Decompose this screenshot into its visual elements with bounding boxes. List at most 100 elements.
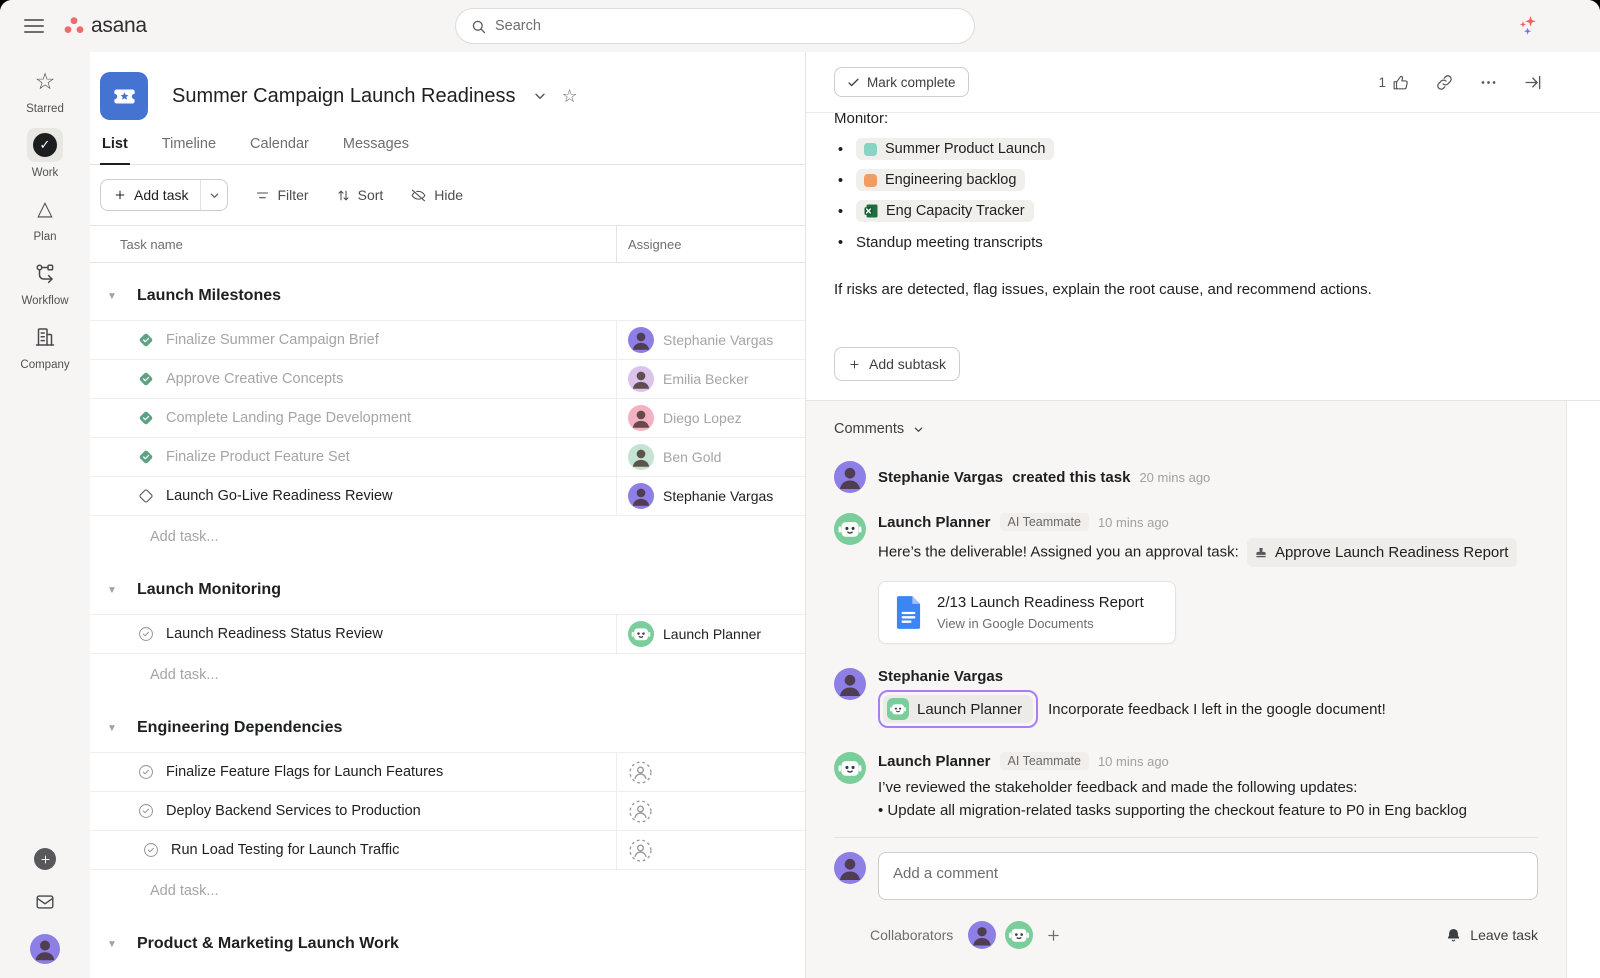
project-list-panel: Summer Campaign Launch Readiness ☆ List … [90,52,806,978]
ai-robot-avatar [628,621,654,647]
add-collaborator-button[interactable] [1045,927,1062,944]
sidebar-item-work[interactable]: ✓ Work [10,128,80,179]
tab-messages[interactable]: Messages [341,136,411,164]
google-doc-card[interactable]: 2/13 Launch Readiness Report View in Goo… [878,581,1176,644]
comments-header[interactable]: Comments [834,421,1538,437]
mention-highlight[interactable]: Launch Planner [878,690,1038,728]
favorite-star-icon[interactable]: ☆ [562,87,578,105]
task-row[interactable]: Finalize Feature Flags for Launch Featur… [90,753,805,792]
task-row[interactable]: Deploy Backend Services to Production [90,792,805,831]
milestone-complete-icon[interactable] [137,331,155,349]
hide-button[interactable]: Hide [410,187,463,204]
milestone-complete-icon[interactable] [137,370,155,388]
link-icon [1435,73,1454,92]
copy-link-icon[interactable] [1435,73,1454,92]
asana-logo[interactable]: asana [62,14,147,38]
task-row[interactable]: Launch Go-Live Readiness Review Stephani… [90,477,805,516]
unassigned-avatar-icon[interactable] [628,838,653,863]
task-row[interactable]: Complete Landing Page Development Diego … [90,399,805,438]
add-task-button[interactable]: Add task [100,179,228,211]
ai-sparkle-icon[interactable] [1514,13,1540,39]
filter-icon [255,188,270,203]
unassigned-avatar-icon[interactable] [628,799,653,824]
project-menu-chevron-icon[interactable] [532,88,548,104]
ai-teammate-badge: AI Teammate [1000,752,1089,770]
sort-button[interactable]: Sort [336,187,384,203]
task-check-icon[interactable] [137,802,155,820]
milestone-complete-icon[interactable] [137,448,155,466]
global-search[interactable] [455,8,975,44]
collaborator-avatar[interactable] [1005,921,1033,949]
comment-input[interactable] [893,858,1523,888]
mark-complete-button[interactable]: Mark complete [834,67,969,97]
building-icon [33,325,57,349]
project-icon[interactable] [100,72,148,120]
task-description[interactable]: Monitor: Summer Product Launch Engineeri… [806,113,1600,400]
task-row[interactable]: Launch Readiness Status Review Launch Pl… [90,615,805,654]
tab-timeline[interactable]: Timeline [160,136,218,164]
like-button[interactable]: 1 [1378,73,1410,92]
task-check-icon[interactable] [142,841,160,859]
inbox-mail-icon[interactable] [34,891,56,913]
spreadsheet-link-chip[interactable]: Eng Capacity Tracker [856,200,1034,222]
add-subtask-button[interactable]: Add subtask [834,347,960,381]
assignee-avatar [628,327,654,353]
task-list-scroll-area[interactable]: ▼ Launch Milestones Finalize Summer Camp… [90,263,805,978]
description-text: Monitor: [834,113,1572,130]
section-header[interactable]: ▼ Product & Marketing Launch Work [90,920,805,968]
section-collapse-icon[interactable]: ▼ [107,585,117,596]
project-link-chip[interactable]: Summer Product Launch [856,138,1054,160]
sidebar-toggle-icon[interactable] [24,15,44,37]
check-icon [847,76,860,89]
like-count: 1 [1378,75,1386,90]
create-button[interactable] [34,848,56,870]
project-color-icon [864,174,877,187]
sidebar-item-plan[interactable]: △ Plan [10,192,80,243]
section-header[interactable]: ▼ Launch Milestones [90,272,805,320]
task-row[interactable]: Run Load Testing for Launch Traffic [90,831,805,870]
section-collapse-icon[interactable]: ▼ [107,723,117,734]
asana-wordmark: asana [91,14,147,38]
sidebar-item-starred[interactable]: ☆ Starred [10,64,80,115]
task-check-icon[interactable] [137,625,155,643]
user-avatar[interactable] [30,934,60,964]
section-collapse-icon[interactable]: ▼ [107,291,117,302]
task-row[interactable]: Finalize Product Feature Set Ben Gold [90,438,805,477]
left-nav-rail: ☆ Starred ✓ Work △ Plan Workflow [0,52,90,978]
collapse-panel-icon[interactable] [1523,73,1542,92]
leave-task-button[interactable]: Leave task [1445,927,1538,944]
tab-calendar[interactable]: Calendar [248,136,311,164]
sidebar-item-workflow[interactable]: Workflow [10,256,80,307]
comment-input-box[interactable] [878,852,1538,900]
tab-list[interactable]: List [100,136,130,165]
add-task-inline[interactable]: Add task... [90,654,805,695]
section-header[interactable]: ▼ Engineering Dependencies [90,704,805,752]
activity-entry: Stephanie Vargas created this task 20 mi… [834,461,1538,493]
add-task-inline[interactable]: Add task... [90,516,805,557]
plus-icon [113,188,127,202]
task-check-icon[interactable] [137,763,155,781]
add-task-inline[interactable]: Add task... [90,870,805,911]
section-collapse-icon[interactable]: ▼ [107,939,117,950]
collaborator-avatar[interactable] [968,921,996,949]
monitor-list: Summer Product Launch Engineering backlo… [834,137,1572,254]
sidebar-item-company[interactable]: Company [10,320,80,371]
add-task-dropdown-chevron-icon[interactable] [200,180,227,210]
comment-stream[interactable]: Stephanie Vargas created this task 20 mi… [834,437,1538,819]
filter-button[interactable]: Filter [255,187,308,203]
task-row[interactable]: Finalize Summer Campaign Brief Stephanie… [90,321,805,360]
more-options-icon[interactable] [1479,73,1498,92]
milestone-complete-icon[interactable] [137,409,155,427]
unassigned-avatar-icon[interactable] [628,760,653,785]
task-row[interactable]: Approve Creative Concepts Emilia Becker [90,360,805,399]
milestone-pending-icon[interactable] [137,487,155,505]
ticket-icon [111,83,138,110]
table-header-row: Task name Assignee [90,225,805,263]
list-item: Eng Capacity Tracker [834,199,1572,223]
search-input[interactable] [495,18,960,34]
project-link-chip[interactable]: Engineering backlog [856,169,1025,191]
approval-task-chip[interactable]: Approve Launch Readiness Report [1247,538,1517,567]
section-header[interactable]: ▼ Launch Monitoring [90,566,805,614]
asana-dots-icon [62,14,86,38]
mention-chip-launch-planner[interactable]: Launch Planner [883,695,1033,723]
